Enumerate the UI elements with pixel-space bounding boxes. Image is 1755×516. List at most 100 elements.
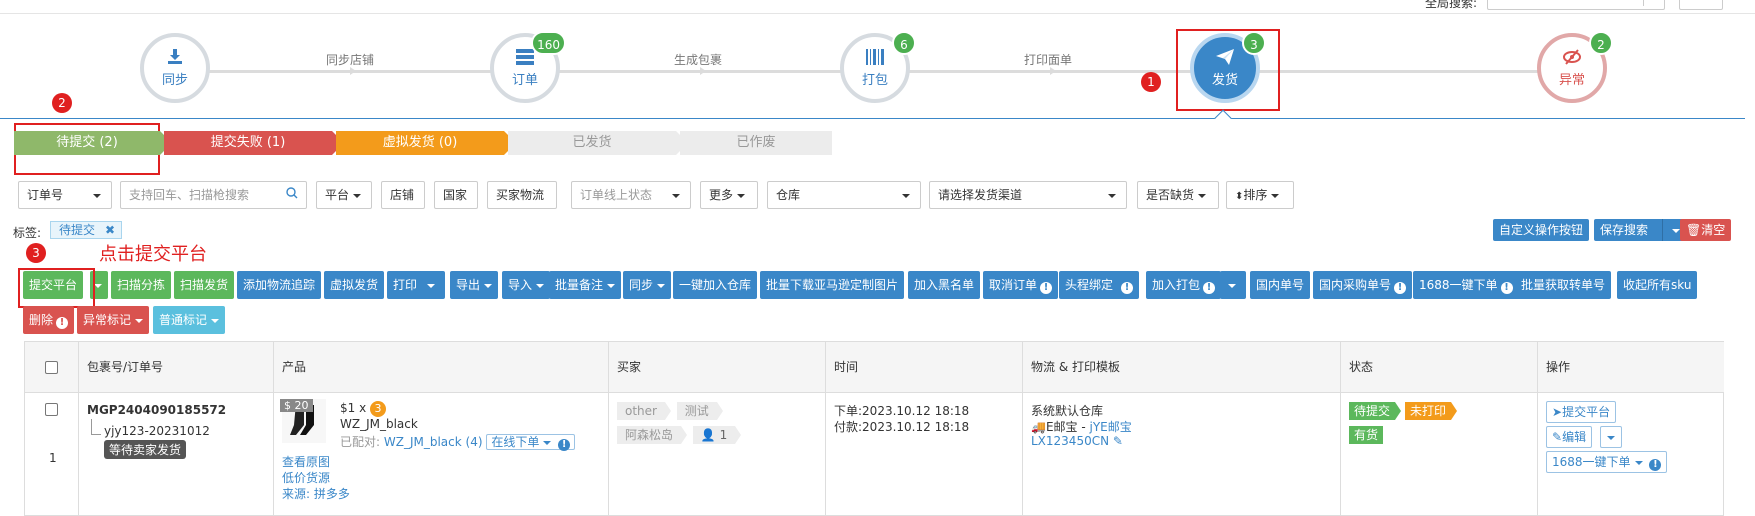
add-tracking-button[interactable]: 添加物流追踪: [237, 271, 322, 299]
export-button[interactable]: 导出: [450, 271, 499, 299]
chevron-down-icon: [543, 440, 552, 445]
collapse-sku-button[interactable]: 收起所有sku: [1617, 271, 1698, 299]
carrier-template-link[interactable]: jYE邮宝: [1090, 420, 1132, 434]
save-search-button[interactable]: 保存搜索: [1594, 219, 1688, 241]
row-submit-platform-button[interactable]: ➤提交平台: [1546, 401, 1617, 423]
out-of-stock-dropdown[interactable]: 是否缺货: [1137, 181, 1219, 209]
more-dropdown[interactable]: 更多: [700, 181, 758, 209]
row-checkbox[interactable]: [45, 403, 58, 416]
logistics-cell: 系统默认仓库 🚚E邮宝 - jYE邮宝 LX123450CN ✎: [1023, 393, 1341, 516]
search-input[interactable]: 支持回车、扫描枪搜索: [120, 181, 307, 209]
low-price-link[interactable]: 低价货源: [282, 469, 330, 486]
cancel-order-button[interactable]: 取消订单!: [983, 271, 1059, 299]
flow-node-abnormal[interactable]: 异常 2: [1537, 31, 1613, 103]
product-sku: WZ_JM_black: [340, 417, 418, 431]
import-button[interactable]: 导入: [502, 271, 551, 299]
sync-button[interactable]: 同步: [623, 271, 672, 299]
package-cell: MGP2404090185572 yjy123-20231012 等待卖家发货: [79, 393, 274, 516]
button-label: 国内采购单号: [1319, 278, 1392, 292]
matched-sku-link[interactable]: WZ_JM_black (4): [384, 435, 483, 449]
sort-dropdown[interactable]: ⬍排序: [1226, 181, 1294, 209]
add-to-pack-dropdown[interactable]: [1220, 271, 1246, 299]
flow-node-sync[interactable]: 同步: [140, 33, 210, 103]
button-label: 异常标记: [83, 313, 132, 327]
domestic-no-button[interactable]: 国内单号: [1250, 271, 1311, 299]
one-click-1688-button[interactable]: 1688一键下单!: [1413, 271, 1519, 299]
online-status-select[interactable]: 订单线上状态: [571, 181, 691, 209]
edit-icon: ✎: [1552, 430, 1563, 444]
virtual-ship-button[interactable]: 虚拟发货: [324, 271, 385, 299]
tab-voided[interactable]: 已作废: [680, 131, 832, 155]
online-order-button[interactable]: 在线下单 !: [486, 434, 576, 451]
global-search-input[interactable]: [1487, 0, 1665, 10]
edit-icon[interactable]: ✎: [1113, 434, 1123, 448]
pack-count-badge: 6: [892, 31, 916, 55]
select-value: 仓库: [776, 188, 801, 202]
tab-submit-failed[interactable]: 提交失败 (1): [164, 131, 344, 155]
active-node-pointer: [1214, 109, 1232, 127]
flow-arrow-icon: [1050, 67, 1056, 75]
button-label: 普通标记: [159, 313, 208, 327]
print-button[interactable]: 打印: [387, 271, 424, 299]
status-badge-pending: 待提交: [1349, 402, 1402, 420]
source-link[interactable]: 来源: 拼多多: [282, 485, 350, 502]
info-icon: !: [56, 317, 69, 329]
normal-mark-button[interactable]: 普通标记: [153, 306, 226, 334]
tracking-number-link[interactable]: LX123450CN: [1031, 434, 1109, 448]
print-dropdown[interactable]: [419, 271, 445, 299]
scan-ship-button[interactable]: 扫描发货: [174, 271, 235, 299]
product-qty: $1 x: [340, 401, 367, 415]
select-all-checkbox[interactable]: [45, 361, 58, 374]
batch-transfer-no-button[interactable]: 批量获取转单号: [1515, 271, 1612, 299]
chevron-down-icon: [657, 283, 666, 288]
delete-button[interactable]: 删除!: [23, 306, 75, 334]
status-badges: 待提交 未打印: [1349, 402, 1461, 420]
product-qty-line: $1 x 3: [340, 401, 387, 417]
button-label: 导出: [456, 278, 481, 292]
row-edit-button[interactable]: ✎编辑: [1546, 426, 1593, 448]
row-1688-order-button[interactable]: 1688一键下单 !: [1546, 451, 1668, 473]
warehouse-select[interactable]: 仓库: [767, 181, 921, 209]
time-cell: 下单:2023.10.12 18:18 付款:2023.10.12 18:18: [826, 393, 1023, 516]
channel-select[interactable]: 请选择发货渠道: [929, 181, 1127, 209]
domestic-purchase-no-button[interactable]: 国内采购单号!: [1313, 271, 1413, 299]
flow-node-pack[interactable]: 打包 6: [840, 31, 916, 103]
first-leg-bind-button[interactable]: 头程绑定!: [1059, 271, 1140, 299]
chevron-down-icon: [902, 194, 910, 198]
country-button[interactable]: 国家: [434, 181, 478, 209]
abnormal-mark-button[interactable]: 异常标记: [77, 306, 150, 334]
button-label: 买家物流: [496, 188, 545, 202]
chevron-down-icon: [536, 283, 545, 288]
clear-button[interactable]: 🗑清空: [1680, 219, 1732, 241]
download-amazon-images-button[interactable]: 批量下载亚马逊定制图片: [760, 271, 905, 299]
view-image-link[interactable]: 查看原图: [282, 453, 330, 470]
tab-shipped[interactable]: 已发货: [508, 131, 688, 155]
close-icon[interactable]: ✖: [105, 223, 115, 237]
order-no-select[interactable]: 订单号: [18, 181, 112, 209]
global-search-button[interactable]: [1679, 0, 1723, 10]
tag-chip[interactable]: 待提交 ✖: [50, 221, 123, 239]
flow-step-label: 同步店铺: [326, 53, 375, 67]
tab-pending-submit[interactable]: 待提交 (2): [14, 131, 172, 155]
chevron-down-icon: [607, 283, 616, 288]
tree-connector: [91, 419, 101, 435]
package-number: MGP2404090185572: [87, 403, 227, 417]
batch-remark-button[interactable]: 批量备注: [549, 271, 622, 299]
scan-sort-button[interactable]: 扫描分拣: [111, 271, 172, 299]
custom-actions-button[interactable]: 自定义操作按钮: [1493, 219, 1590, 241]
platform-dropdown[interactable]: 平台: [316, 181, 372, 209]
tab-virtual-shipped[interactable]: 虚拟发货 (0): [336, 131, 516, 155]
add-to-pack-button[interactable]: 加入打包!: [1146, 271, 1222, 299]
add-to-warehouse-button[interactable]: 一键加入仓库: [673, 271, 758, 299]
carrier-name: E邮宝 -: [1045, 420, 1090, 434]
blacklist-button[interactable]: 加入黑名单: [908, 271, 981, 299]
orders-table: 包裹号/订单号 产品 买家 时间 物流 & 打印模板 状态 操作 1 MGP24…: [24, 341, 1724, 516]
row-select-cell: 1: [25, 393, 79, 516]
button-label: 添加物流追踪: [243, 278, 316, 292]
button-label: 同步: [629, 278, 654, 292]
flow-node-order[interactable]: 订单 160: [490, 31, 566, 103]
chevron-down-icon: [94, 283, 102, 288]
buyer-logistics-button[interactable]: 买家物流: [487, 181, 557, 209]
store-button[interactable]: 店铺: [381, 181, 425, 209]
row-edit-dropdown[interactable]: [1600, 426, 1622, 448]
